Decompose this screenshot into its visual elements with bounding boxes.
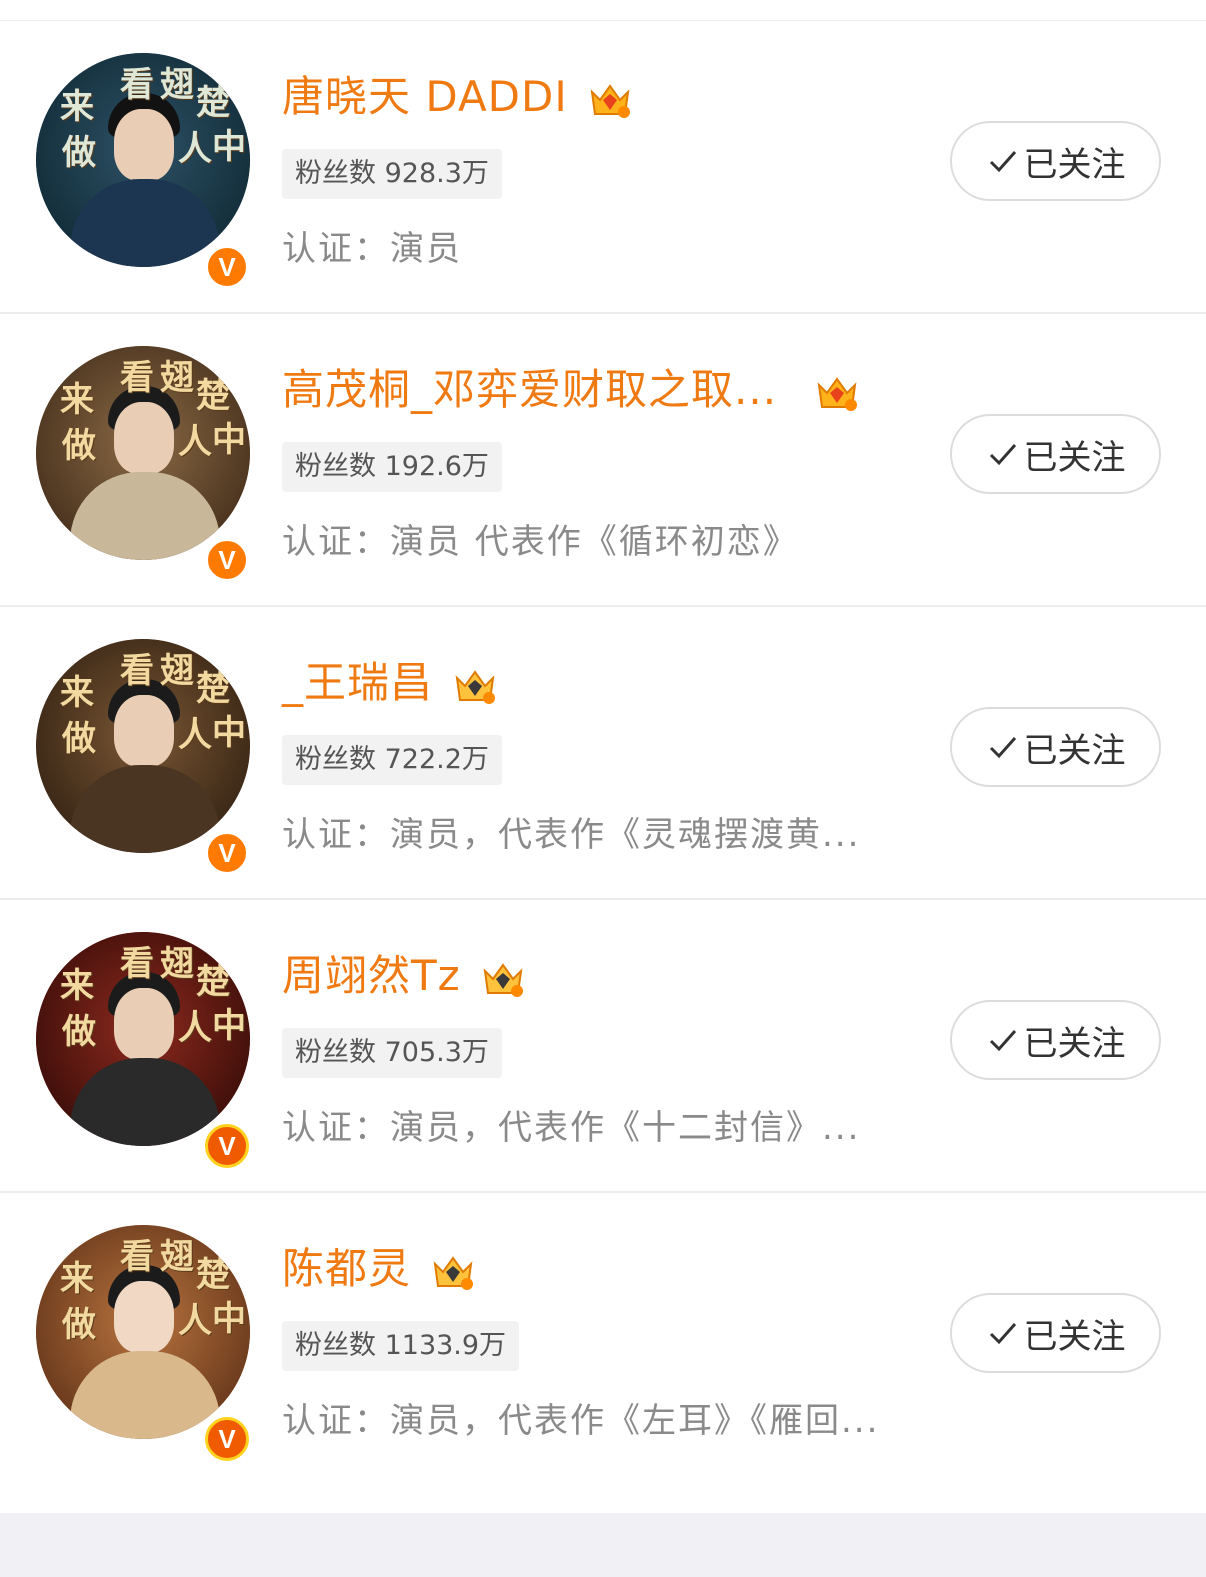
avatar-text: 中 bbox=[212, 713, 246, 753]
certification: 认证：演员，代表作《左耳》《雁回... bbox=[282, 1401, 880, 1441]
verified-badge-icon: V bbox=[205, 538, 249, 582]
avatar-text: 看 bbox=[120, 65, 154, 105]
fans-count: 粉丝数 928.3万 bbox=[282, 149, 502, 199]
list-item[interactable]: 来 看 翅 楚 做 人 中 V 唐晓天 DADDI 粉丝数 928.3万 认证：… bbox=[0, 21, 1206, 314]
list-item[interactable]: 来 看 翅 楚 做 人 中 V 周翊然Tz 粉丝数 705.3万 认证：演员，代… bbox=[0, 900, 1206, 1193]
verified-badge-icon: V bbox=[205, 1124, 249, 1168]
user-name[interactable]: 陈都灵 bbox=[282, 1235, 475, 1296]
followed-button[interactable]: 已关注 bbox=[950, 121, 1161, 201]
list-item[interactable]: 来 看 翅 楚 做 人 中 V 高茂桐_邓弈爱财取之取... 粉丝数 192.6… bbox=[0, 314, 1206, 607]
avatar-text: 人 bbox=[178, 1008, 212, 1048]
avatar-text: 中 bbox=[212, 127, 246, 167]
followed-button[interactable]: 已关注 bbox=[950, 707, 1161, 787]
crown-level-9-icon bbox=[453, 664, 497, 708]
user-name-text[interactable]: 唐晓天 DADDI bbox=[282, 72, 568, 121]
avatar-text: 看 bbox=[120, 651, 154, 691]
avatar-text: 翅 bbox=[160, 944, 194, 984]
avatar-text: 做 bbox=[62, 426, 96, 466]
avatar[interactable]: 来 看 翅 楚 做 人 中 bbox=[36, 639, 250, 853]
crown-level-6-icon bbox=[815, 371, 859, 415]
avatar[interactable]: 来 看 翅 楚 做 人 中 bbox=[36, 346, 250, 560]
user-name-text[interactable]: 周翊然Tz bbox=[282, 951, 461, 1000]
fans-count: 粉丝数 722.2万 bbox=[282, 735, 502, 785]
avatar-text: 翅 bbox=[160, 651, 194, 691]
check-icon bbox=[989, 737, 1016, 759]
check-icon bbox=[989, 1030, 1016, 1052]
avatar-text: 楚 bbox=[196, 1255, 230, 1295]
avatar-text: 中 bbox=[212, 1299, 246, 1339]
avatar-text: 人 bbox=[178, 1301, 212, 1341]
certification: 认证：演员 bbox=[282, 229, 462, 269]
followed-button[interactable]: 已关注 bbox=[950, 1000, 1161, 1080]
user-name-text[interactable]: _王瑞昌 bbox=[282, 658, 433, 707]
avatar-text: 来 bbox=[60, 673, 94, 713]
avatar-text: 楚 bbox=[196, 83, 230, 123]
fans-count: 粉丝数 705.3万 bbox=[282, 1028, 502, 1078]
followed-button[interactable]: 已关注 bbox=[950, 1293, 1161, 1373]
avatar-text: 翅 bbox=[160, 65, 194, 105]
followed-label: 已关注 bbox=[1023, 730, 1126, 771]
avatar-text: 来 bbox=[60, 966, 94, 1006]
followed-button[interactable]: 已关注 bbox=[950, 414, 1161, 494]
avatar-text: 人 bbox=[178, 422, 212, 462]
avatar-text: 看 bbox=[120, 1237, 154, 1277]
footer-band bbox=[0, 1513, 1206, 1577]
top-strip bbox=[0, 0, 1206, 21]
avatar[interactable]: 来 看 翅 楚 做 人 中 bbox=[36, 53, 250, 267]
avatar-text: 翅 bbox=[160, 358, 194, 398]
avatar[interactable]: 来 看 翅 楚 做 人 中 bbox=[36, 1225, 250, 1439]
avatar-text: 看 bbox=[120, 358, 154, 398]
followed-label: 已关注 bbox=[1023, 1316, 1126, 1357]
verified-badge-icon: V bbox=[205, 245, 249, 289]
user-name-text[interactable]: 陈都灵 bbox=[282, 1244, 411, 1293]
list-item[interactable]: 来 看 翅 楚 做 人 中 V _王瑞昌 粉丝数 722.2万 认证：演员，代表… bbox=[0, 607, 1206, 900]
crown-level-9-icon bbox=[431, 1250, 475, 1294]
crown-level-8-icon bbox=[481, 957, 525, 1001]
avatar-text: 人 bbox=[178, 129, 212, 169]
avatar-text: 做 bbox=[62, 133, 96, 173]
certification: 认证：演员，代表作《灵魂摆渡黄... bbox=[282, 815, 861, 855]
avatar-text: 做 bbox=[62, 719, 96, 759]
crown-level-7-icon bbox=[588, 78, 632, 122]
check-icon bbox=[989, 151, 1016, 173]
avatar-text: 人 bbox=[178, 715, 212, 755]
avatar-text: 楚 bbox=[196, 669, 230, 709]
avatar-text: 来 bbox=[60, 380, 94, 420]
user-name[interactable]: 唐晓天 DADDI bbox=[282, 63, 632, 124]
fans-count: 粉丝数 192.6万 bbox=[282, 442, 502, 492]
user-name[interactable]: 周翊然Tz bbox=[282, 942, 525, 1003]
avatar-text: 来 bbox=[60, 1259, 94, 1299]
followed-label: 已关注 bbox=[1023, 144, 1126, 185]
avatar-text: 中 bbox=[212, 1006, 246, 1046]
avatar-text: 楚 bbox=[196, 962, 230, 1002]
fans-count: 粉丝数 1133.9万 bbox=[282, 1321, 520, 1371]
user-name[interactable]: _王瑞昌 bbox=[282, 649, 497, 710]
list-item[interactable]: 来 看 翅 楚 做 人 中 V 陈都灵 粉丝数 1133.9万 认证：演员，代表… bbox=[0, 1193, 1206, 1498]
check-icon bbox=[989, 1323, 1016, 1345]
avatar-text: 翅 bbox=[160, 1237, 194, 1277]
avatar-text: 来 bbox=[60, 87, 94, 127]
avatar-text: 做 bbox=[62, 1305, 96, 1345]
followed-label: 已关注 bbox=[1023, 437, 1126, 478]
avatar-text: 中 bbox=[212, 420, 246, 460]
user-name[interactable]: 高茂桐_邓弈爱财取之取... bbox=[282, 356, 859, 417]
avatar[interactable]: 来 看 翅 楚 做 人 中 bbox=[36, 932, 250, 1146]
avatar-text: 看 bbox=[120, 944, 154, 984]
user-list: 来 看 翅 楚 做 人 中 V 唐晓天 DADDI 粉丝数 928.3万 认证：… bbox=[0, 21, 1206, 1498]
avatar-text: 做 bbox=[62, 1012, 96, 1052]
check-icon bbox=[989, 444, 1016, 466]
certification: 认证：演员，代表作《十二封信》... bbox=[282, 1108, 861, 1148]
avatar-text: 楚 bbox=[196, 376, 230, 416]
verified-badge-icon: V bbox=[205, 1417, 249, 1461]
certification: 认证：演员 代表作《循环初恋》 bbox=[282, 522, 799, 562]
verified-badge-icon: V bbox=[205, 831, 249, 875]
followed-label: 已关注 bbox=[1023, 1023, 1126, 1064]
user-name-text[interactable]: 高茂桐_邓弈爱财取之取... bbox=[282, 365, 777, 414]
